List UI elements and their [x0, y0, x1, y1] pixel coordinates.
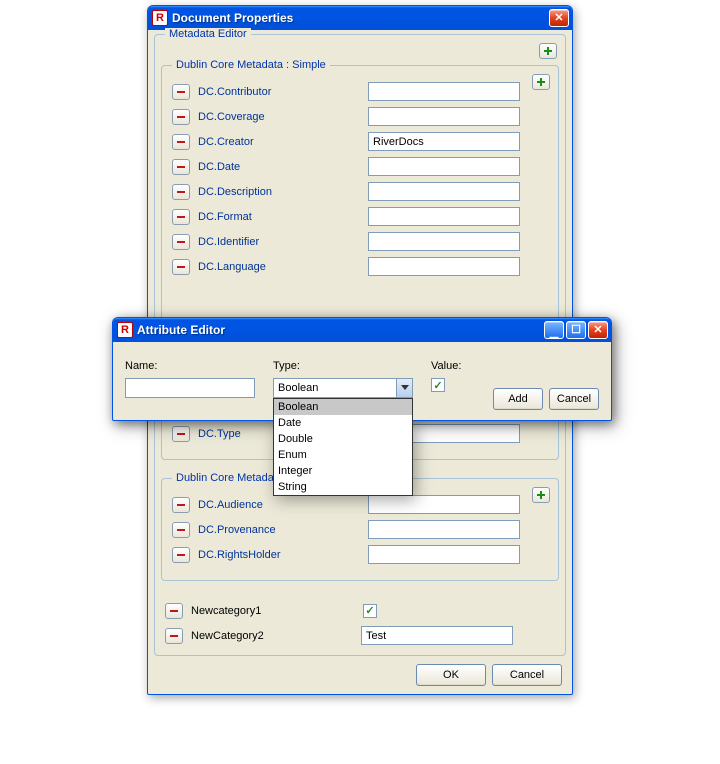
maximize-button[interactable]: ☐ [566, 321, 586, 339]
metadata-editor-legend: Metadata Editor [165, 28, 251, 40]
metadata-label: DC.RightsHolder [198, 549, 368, 561]
attr-cancel-button[interactable]: Cancel [549, 388, 599, 410]
metadata-row: DC.Audience [172, 493, 550, 516]
app-icon: R [152, 10, 168, 26]
ok-button[interactable]: OK [416, 664, 486, 686]
type-option[interactable]: Double [274, 431, 412, 447]
metadata-input[interactable] [368, 207, 520, 226]
attrib-close-button[interactable]: ✕ [588, 321, 608, 339]
metadata-label: Newcategory1 [191, 605, 361, 617]
remove-button[interactable] [165, 603, 183, 619]
add-qualified-button[interactable] [532, 487, 550, 503]
remove-button[interactable] [172, 522, 190, 538]
metadata-checkbox[interactable]: ✓ [363, 604, 377, 618]
remove-button[interactable] [172, 547, 190, 563]
remove-button[interactable] [172, 84, 190, 100]
metadata-input[interactable] [368, 495, 520, 514]
metadata-row: DC.Language [172, 255, 550, 278]
remove-button[interactable] [165, 628, 183, 644]
type-option[interactable]: String [274, 479, 412, 495]
add-category-button[interactable] [539, 43, 557, 59]
metadata-label: DC.Date [198, 161, 368, 173]
value-checkbox[interactable]: ✓ [431, 378, 445, 392]
metadata-label: DC.Format [198, 211, 368, 223]
titlebar-docprops: R Document Properties ✕ [148, 6, 572, 30]
remove-button[interactable] [172, 234, 190, 250]
remove-button[interactable] [172, 497, 190, 513]
attribute-editor-window-wrap: R Attribute Editor ▁ ☐ ✕ Name: Type: Boo… [112, 317, 612, 421]
remove-button[interactable] [172, 259, 190, 275]
name-input[interactable] [125, 378, 255, 398]
value-label: Value: [431, 360, 467, 372]
type-option[interactable]: Boolean [274, 399, 412, 415]
type-label: Type: [273, 360, 413, 372]
type-select-display: Boolean [273, 378, 413, 398]
metadata-row: DC.RightsHolder [172, 543, 550, 566]
metadata-label: DC.Audience [198, 499, 368, 511]
metadata-input[interactable] [368, 232, 520, 251]
metadata-row: DC.Contributor [172, 80, 550, 103]
metadata-row: DC.Provenance [172, 518, 550, 541]
metadata-label: DC.Creator [198, 136, 368, 148]
metadata-input[interactable] [368, 545, 520, 564]
metadata-row: DC.Creator [172, 130, 550, 153]
metadata-row: DC.Coverage [172, 105, 550, 128]
type-option[interactable]: Enum [274, 447, 412, 463]
metadata-label: NewCategory2 [191, 630, 361, 642]
metadata-row: DC.Identifier [172, 230, 550, 253]
metadata-label: DC.Identifier [198, 236, 368, 248]
metadata-input[interactable] [368, 157, 520, 176]
type-option[interactable]: Date [274, 415, 412, 431]
type-dropdown[interactable]: BooleanDateDoubleEnumIntegerString [273, 398, 413, 496]
remove-button[interactable] [172, 184, 190, 200]
type-option[interactable]: Integer [274, 463, 412, 479]
chevron-down-icon[interactable] [396, 379, 412, 397]
dc-simple-legend: Dublin Core Metadata : Simple [172, 59, 330, 71]
remove-button[interactable] [172, 209, 190, 225]
metadata-label: DC.Provenance [198, 524, 368, 536]
window-title: Document Properties [172, 11, 549, 25]
type-select[interactable]: Boolean BooleanDateDoubleEnumIntegerStri… [273, 378, 413, 398]
metadata-input[interactable] [368, 182, 520, 201]
attrib-title: Attribute Editor [137, 323, 544, 337]
metadata-input[interactable] [368, 132, 520, 151]
metadata-label: DC.Description [198, 186, 368, 198]
minimize-button[interactable]: ▁ [544, 321, 564, 339]
close-button[interactable]: ✕ [549, 9, 569, 27]
metadata-input[interactable] [368, 82, 520, 101]
remove-button[interactable] [172, 159, 190, 175]
metadata-row: DC.Format [172, 205, 550, 228]
cancel-button[interactable]: Cancel [492, 664, 562, 686]
attribute-editor-window: R Attribute Editor ▁ ☐ ✕ Name: Type: Boo… [112, 317, 612, 421]
add-button[interactable]: Add [493, 388, 543, 410]
remove-button[interactable] [172, 426, 190, 442]
metadata-input[interactable] [368, 257, 520, 276]
remove-button[interactable] [172, 109, 190, 125]
metadata-input[interactable] [368, 520, 520, 539]
metadata-input[interactable] [361, 626, 513, 645]
metadata-row: Newcategory1✓ [165, 599, 559, 622]
metadata-row: NewCategory2 [165, 624, 559, 647]
app-icon: R [117, 322, 133, 338]
add-simple-button[interactable] [532, 74, 550, 90]
remove-button[interactable] [172, 134, 190, 150]
metadata-label: DC.Coverage [198, 111, 368, 123]
metadata-row: DC.Description [172, 180, 550, 203]
name-label: Name: [125, 360, 255, 372]
metadata-input[interactable] [368, 107, 520, 126]
metadata-row: DC.Date [172, 155, 550, 178]
metadata-label: DC.Language [198, 261, 368, 273]
metadata-label: DC.Contributor [198, 86, 368, 98]
titlebar-attrib: R Attribute Editor ▁ ☐ ✕ [113, 318, 611, 342]
